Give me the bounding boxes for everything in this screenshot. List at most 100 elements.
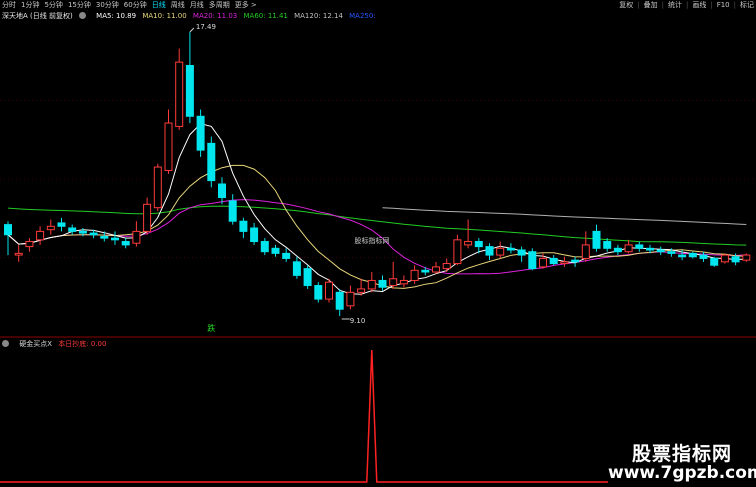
high-price-label: 17.49 — [196, 23, 216, 31]
candle[interactable] — [560, 256, 569, 267]
candle[interactable] — [250, 222, 259, 245]
candle[interactable] — [185, 32, 194, 124]
candle[interactable] — [346, 285, 355, 310]
period-tab-0[interactable]: 分时 — [2, 1, 16, 9]
candle-body — [68, 227, 77, 232]
candle[interactable] — [196, 109, 205, 157]
candle[interactable] — [528, 248, 537, 271]
candle[interactable] — [592, 224, 601, 252]
candle[interactable] — [720, 253, 729, 264]
candle[interactable] — [656, 246, 665, 256]
period-tab-6[interactable]: 日线 — [152, 1, 166, 9]
settings-icon[interactable] — [78, 12, 90, 20]
candle[interactable] — [378, 275, 387, 291]
candle[interactable] — [111, 231, 119, 245]
candle[interactable] — [453, 234, 462, 266]
candle-body — [688, 252, 697, 258]
candle[interactable] — [581, 231, 590, 262]
candle[interactable] — [4, 221, 12, 256]
tool-button-4[interactable]: F10 — [717, 1, 730, 9]
candle-body — [57, 222, 66, 227]
candle[interactable] — [46, 219, 55, 235]
period-tab-7[interactable]: 周线 — [171, 1, 185, 9]
candle[interactable] — [14, 244, 23, 262]
candle[interactable] — [239, 217, 248, 239]
tool-button-5[interactable]: 标记 — [740, 1, 754, 9]
tool-button-0[interactable]: 复权 — [619, 1, 633, 9]
candle[interactable] — [399, 275, 408, 288]
stock-name[interactable]: 深天地A (日线 前复权) — [2, 12, 73, 20]
candle-body — [260, 241, 269, 253]
candle[interactable] — [549, 255, 558, 266]
candle[interactable] — [506, 243, 515, 254]
candle[interactable] — [36, 226, 45, 245]
candle[interactable] — [613, 244, 622, 256]
candle[interactable] — [710, 256, 719, 267]
period-tab-8[interactable]: 月线 — [190, 1, 204, 9]
candle[interactable] — [442, 258, 451, 272]
candle[interactable] — [496, 241, 505, 259]
tool-button-2[interactable]: 统计 — [668, 1, 682, 9]
candle[interactable] — [485, 243, 494, 261]
candle[interactable] — [432, 261, 440, 274]
candle[interactable] — [367, 271, 376, 293]
candle[interactable] — [517, 246, 526, 262]
high-marker-arrow — [189, 27, 195, 33]
candle[interactable] — [164, 109, 173, 174]
period-tab-9[interactable]: 多周期 — [209, 1, 230, 9]
period-tab-3[interactable]: 15分钟 — [68, 1, 91, 9]
candle[interactable] — [303, 265, 312, 289]
period-tab-5[interactable]: 60分钟 — [124, 1, 147, 9]
candle[interactable] — [218, 177, 226, 205]
tool-button-3[interactable]: 画线 — [692, 1, 706, 9]
candle[interactable] — [282, 248, 291, 262]
candle-body — [218, 183, 226, 199]
candle[interactable] — [314, 282, 323, 303]
kline-chart[interactable]: 17.49 9.10 股标指标网跌 — [0, 0, 756, 487]
candle[interactable] — [25, 238, 34, 252]
candle[interactable] — [688, 251, 697, 259]
candle[interactable] — [68, 224, 77, 235]
candle[interactable] — [624, 239, 633, 254]
candle[interactable] — [260, 238, 269, 256]
candle-body — [528, 251, 537, 270]
low-price-label: 9.10 — [350, 317, 366, 325]
candle[interactable] — [228, 194, 237, 225]
candle-body — [111, 237, 119, 241]
period-tab-1[interactable]: 1分钟 — [21, 1, 39, 9]
candle[interactable] — [464, 219, 473, 249]
candle-body — [314, 285, 323, 300]
candle[interactable] — [143, 197, 152, 235]
period-tab-2[interactable]: 5分钟 — [44, 1, 62, 9]
candle[interactable] — [335, 288, 344, 316]
candle[interactable] — [325, 278, 333, 303]
candle[interactable] — [635, 241, 644, 252]
watermark-url: www.7gpzb.com — [608, 463, 756, 483]
candle[interactable] — [742, 253, 751, 262]
candle[interactable] — [207, 136, 216, 188]
candle[interactable] — [292, 256, 301, 279]
indicator-settings-icon[interactable] — [2, 340, 13, 348]
candle[interactable] — [121, 238, 130, 249]
candle[interactable] — [132, 221, 141, 247]
candle-body — [25, 241, 34, 248]
candle-body — [325, 281, 333, 300]
ma120-line — [382, 207, 747, 225]
candle[interactable] — [271, 244, 280, 257]
candle-body — [506, 247, 515, 251]
candle[interactable] — [571, 256, 580, 267]
candle[interactable] — [57, 217, 66, 232]
candle[interactable] — [175, 48, 184, 130]
candle-body — [432, 266, 440, 273]
candle-body — [367, 279, 376, 290]
period-tab-10[interactable]: 更多 > — [235, 1, 257, 9]
candle[interactable] — [389, 261, 398, 289]
tool-separator: | — [685, 1, 689, 9]
tool-button-1[interactable]: 叠加 — [644, 1, 658, 9]
period-tab-4[interactable]: 30分钟 — [96, 1, 119, 9]
candle[interactable] — [153, 163, 162, 212]
candle[interactable] — [410, 265, 419, 284]
ma-legend: 深天地A (日线 前复权) MA5: 10.89 MA10: 11.00 MA2… — [2, 11, 380, 22]
indicator-name[interactable]: 硬金买点X — [19, 340, 52, 348]
candle[interactable] — [699, 251, 708, 262]
